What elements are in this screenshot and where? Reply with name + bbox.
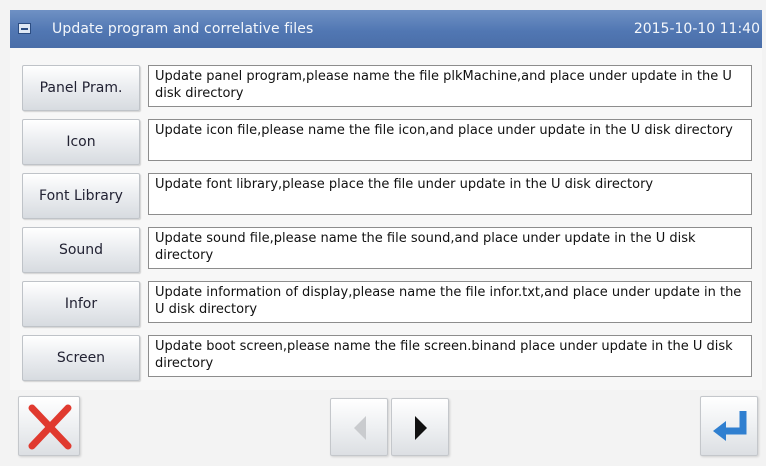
previous-page-button[interactable]: [330, 398, 388, 456]
panel-pram-description: Update panel program,please name the fil…: [148, 65, 752, 107]
footer-toolbar: [10, 390, 762, 460]
infor-button[interactable]: Infor: [22, 281, 140, 327]
update-row-panel: Panel Pram. Update panel program,please …: [22, 65, 762, 113]
window-title: Update program and correlative files: [52, 21, 314, 37]
icon-button[interactable]: Icon: [22, 119, 140, 165]
screen-button[interactable]: Screen: [22, 335, 140, 381]
enter-button[interactable]: [700, 396, 758, 456]
enter-return-icon: [713, 411, 747, 441]
cancel-button[interactable]: [18, 396, 80, 456]
title-bar: Update program and correlative files 201…: [10, 10, 762, 48]
font-library-description: Update font library,please place the fil…: [148, 173, 752, 215]
update-row-infor: Infor Update information of display,plea…: [22, 281, 762, 329]
arrow-right-icon: [415, 416, 427, 440]
font-library-button[interactable]: Font Library: [22, 173, 140, 219]
arrow-left-icon: [354, 416, 366, 440]
infor-description: Update information of display,please nam…: [148, 281, 752, 323]
window-menu-icon[interactable]: [18, 23, 31, 34]
icon-description: Update icon file,please name the file ic…: [148, 119, 752, 161]
update-row-sound: Sound Update sound file,please name the …: [22, 227, 762, 275]
sound-button[interactable]: Sound: [22, 227, 140, 273]
update-row-icon: Icon Update icon file,please name the fi…: [22, 119, 762, 167]
datetime: 2015-10-10 11:40: [633, 21, 760, 37]
sound-description: Update sound file,please name the file s…: [148, 227, 752, 269]
update-row-screen: Screen Update boot screen,please name th…: [22, 335, 762, 383]
update-row-font: Font Library Update font library,please …: [22, 173, 762, 221]
update-list: Panel Pram. Update panel program,please …: [10, 48, 762, 390]
panel-pram-button[interactable]: Panel Pram.: [22, 65, 140, 111]
close-icon: [28, 404, 72, 450]
screen: Update program and correlative files 201…: [0, 0, 766, 466]
screen-description: Update boot screen,please name the file …: [148, 335, 752, 377]
next-page-button[interactable]: [391, 398, 449, 456]
